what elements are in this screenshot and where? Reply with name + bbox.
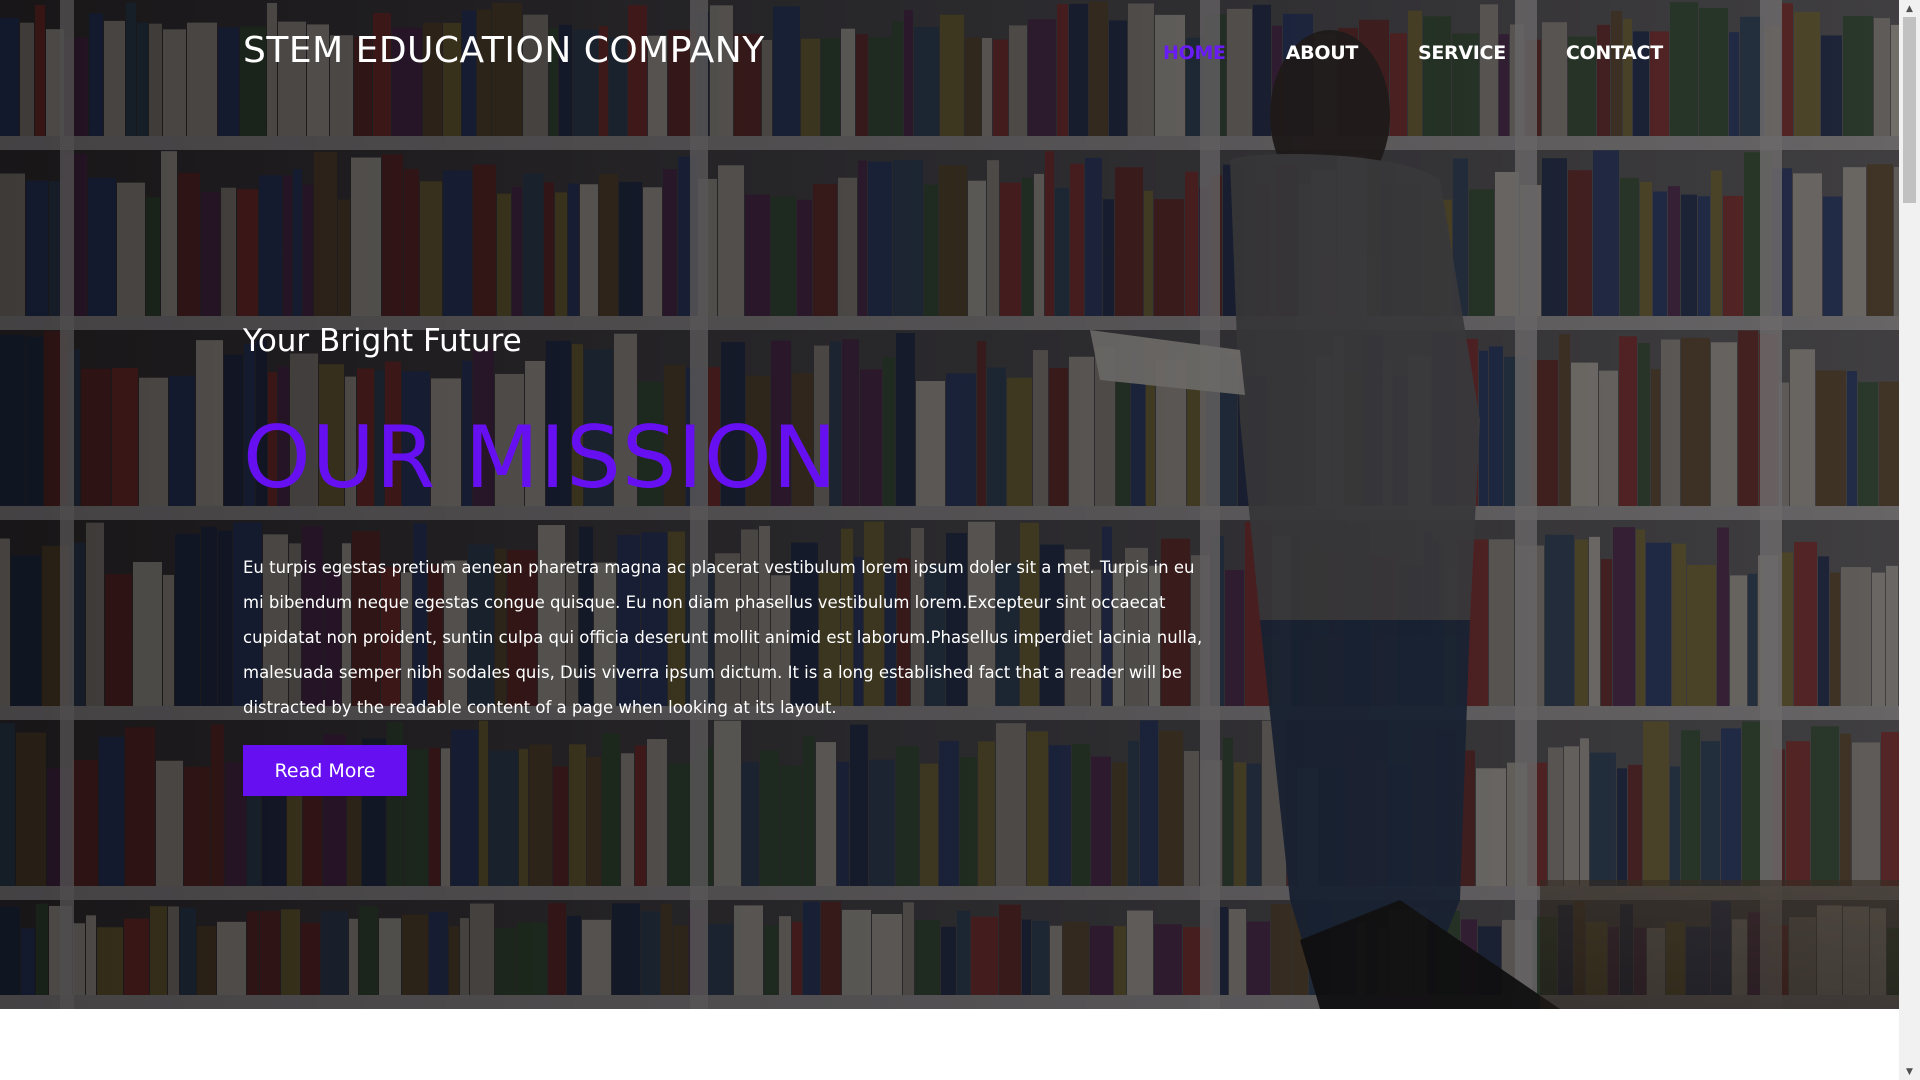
scrollbar-thumb[interactable]	[1903, 17, 1916, 203]
nav-home-link[interactable]: HOME	[1163, 42, 1226, 64]
hero-tagline: Your Bright Future	[243, 323, 522, 359]
hero-heading: OUR MISSION	[243, 408, 838, 508]
page: STEM EDUCATION COMPANY HOME ABOUT SERVIC…	[0, 0, 1920, 1080]
next-section	[0, 1009, 1899, 1080]
triangle-down-icon[interactable]: ▼	[1899, 1063, 1920, 1080]
nav-about-link[interactable]: ABOUT	[1286, 42, 1359, 64]
brand-logo-text[interactable]: STEM EDUCATION COMPANY	[243, 30, 765, 71]
vertical-scrollbar[interactable]: ▲ ▼	[1899, 0, 1920, 1080]
main-nav: HOME ABOUT SERVICE CONTACT	[1163, 42, 1663, 64]
hero-description: Eu turpis egestas pretium aenean pharetr…	[243, 558, 1203, 717]
nav-service-link[interactable]: SERVICE	[1418, 42, 1506, 64]
triangle-up-icon[interactable]: ▲	[1899, 0, 1920, 17]
read-more-button[interactable]: Read More	[243, 745, 407, 796]
nav-contact-link[interactable]: CONTACT	[1566, 42, 1663, 64]
